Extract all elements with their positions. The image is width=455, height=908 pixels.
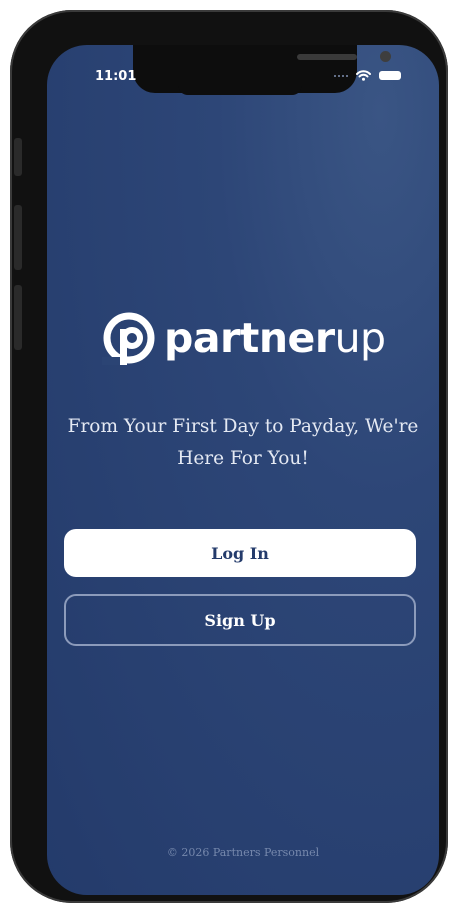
wifi-icon bbox=[356, 70, 371, 81]
app-screen: 11:01 partnerup From Your First Day to P… bbox=[47, 45, 439, 895]
cellular-signal-icon bbox=[334, 74, 348, 77]
device-notch-lower bbox=[178, 85, 302, 95]
front-camera bbox=[380, 51, 391, 62]
logo-wordmark: partnerup bbox=[164, 317, 386, 359]
earpiece-speaker bbox=[297, 54, 357, 60]
volume-up-button bbox=[14, 205, 22, 270]
welcome-tagline: From Your First Day to Payday, We're Her… bbox=[67, 416, 419, 469]
battery-icon bbox=[379, 71, 401, 80]
status-bar-icons bbox=[334, 70, 401, 81]
partnerup-logo: partnerup bbox=[102, 311, 386, 365]
login-button[interactable]: Log In bbox=[64, 529, 416, 577]
logo-text-bold: partner bbox=[164, 313, 335, 362]
status-bar-time: 11:01 bbox=[95, 69, 137, 84]
partnerup-logo-icon bbox=[102, 312, 155, 365]
signup-button[interactable]: Sign Up bbox=[64, 594, 416, 646]
copyright-footer: © 2026 Partners Personnel bbox=[166, 846, 320, 859]
volume-down-button bbox=[14, 285, 22, 350]
phone-frame: 11:01 partnerup From Your First Day to P… bbox=[10, 10, 448, 903]
silent-switch bbox=[14, 138, 22, 176]
logo-text-light: up bbox=[334, 313, 387, 362]
